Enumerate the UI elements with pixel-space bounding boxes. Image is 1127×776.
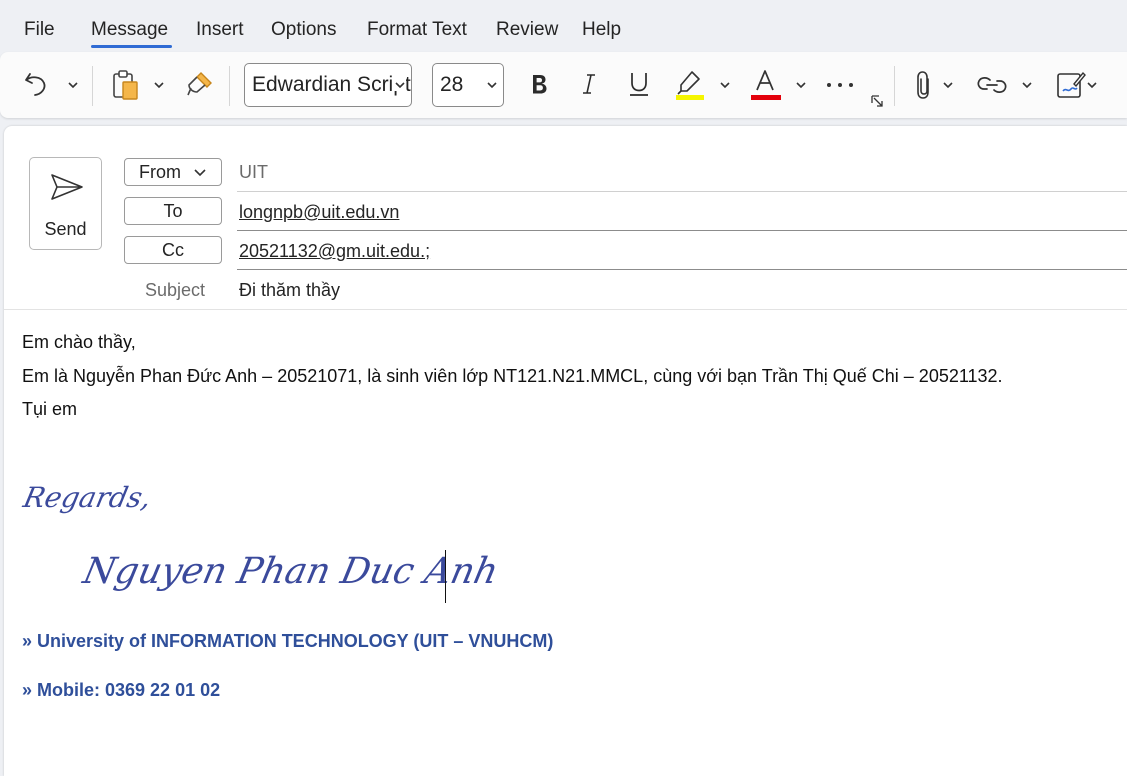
send-label: Send: [44, 219, 87, 239]
to-field-underline: [237, 230, 1127, 231]
send-button[interactable]: Send: [29, 157, 102, 250]
attach-dropdown-chevron-icon[interactable]: [942, 79, 954, 91]
highlight-icon: [676, 71, 704, 100]
highlight-color-swatch: [676, 95, 704, 100]
undo-button[interactable]: [18, 66, 54, 102]
cc-button[interactable]: Cc: [124, 236, 222, 264]
tab-file[interactable]: File: [24, 19, 55, 41]
signature-dropdown-chevron-icon[interactable]: [1086, 79, 1098, 91]
paste-icon: [113, 70, 138, 100]
italic-icon: [583, 74, 595, 94]
ribbon-toolbar: Edwardian Script ITC 28: [0, 52, 1127, 118]
link-icon: [977, 77, 1007, 93]
ribbon-divider: [92, 66, 93, 106]
ribbon-divider: [229, 66, 230, 106]
paste-button[interactable]: [106, 66, 146, 104]
signature-mobile: » Mobile: 0369 22 01 02: [22, 680, 221, 700]
from-button[interactable]: From: [124, 158, 222, 186]
from-value: UIT: [239, 162, 268, 182]
paste-dropdown-chevron-icon[interactable]: [153, 79, 165, 91]
from-divider: [237, 191, 1127, 192]
link-dropdown-chevron-icon[interactable]: [1021, 79, 1033, 91]
text-cursor: [445, 550, 446, 603]
font-color-button[interactable]: [746, 66, 784, 104]
signature-button[interactable]: [1052, 66, 1088, 104]
font-color-icon: [751, 70, 781, 100]
undo-dropdown-chevron-icon[interactable]: [67, 79, 79, 91]
subject-label: Subject: [145, 280, 206, 300]
bold-icon: [533, 75, 547, 94]
to-label: To: [163, 200, 183, 221]
link-button[interactable]: [973, 66, 1011, 104]
undo-icon: [25, 73, 46, 96]
tab-insert[interactable]: Insert: [196, 19, 244, 41]
cc-label: Cc: [162, 239, 184, 260]
tab-message[interactable]: Message: [91, 19, 168, 41]
signature-icon: [1057, 71, 1086, 98]
signature-regards: Regards,: [20, 481, 155, 514]
font-color-swatch: [751, 95, 781, 100]
to-button[interactable]: To: [124, 197, 222, 225]
font-color-dropdown-chevron-icon[interactable]: [795, 79, 807, 91]
active-tab-indicator: [91, 45, 172, 48]
body-line: Em chào thầy,: [22, 332, 136, 352]
signature-name: Nguyen Phan Duc Anh: [79, 551, 502, 592]
cc-field-underline: [237, 269, 1127, 270]
underline-icon: [630, 73, 648, 96]
cc-field[interactable]: 20521132@gm.uit.edu.;: [239, 241, 430, 262]
attach-file-icon: [917, 71, 929, 99]
body-line: Em là Nguyễn Phan Đức Anh – 20521071, là…: [22, 366, 1003, 386]
tab-review[interactable]: Review: [496, 19, 558, 41]
font-size-value: 28: [440, 73, 464, 96]
font-size-select[interactable]: 28: [432, 63, 504, 107]
menu-bar: File Message Insert Options Format Text …: [0, 0, 1127, 52]
ribbon-divider: [894, 66, 895, 106]
format-painter-button[interactable]: [182, 66, 218, 102]
underline-button[interactable]: [622, 66, 656, 102]
tab-format-text[interactable]: Format Text: [367, 19, 467, 41]
subject-field[interactable]: Đi thăm thầy: [239, 280, 340, 301]
font-name-select[interactable]: Edwardian Script ITC: [244, 63, 412, 107]
highlight-button[interactable]: [670, 66, 708, 104]
format-painter-icon: [187, 72, 212, 96]
dialog-launcher-icon[interactable]: [871, 95, 883, 107]
highlight-dropdown-chevron-icon[interactable]: [719, 79, 731, 91]
cc-value: 20521132@gm.uit.edu.;: [239, 241, 431, 261]
chevron-down-icon: [194, 169, 206, 177]
body-line: Tụi em: [22, 399, 78, 419]
tab-help[interactable]: Help: [582, 19, 621, 41]
italic-button[interactable]: [572, 66, 606, 102]
chevron-down-icon: [394, 79, 406, 91]
more-icon: [827, 83, 853, 87]
message-body[interactable]: Em chào thầy, Em là Nguyễn Phan Đức Anh …: [4, 310, 1127, 776]
chevron-down-icon: [487, 82, 497, 89]
from-label: From: [139, 161, 181, 182]
tab-options[interactable]: Options: [271, 19, 336, 41]
signature-university: » University of INFORMATION TECHNOLOGY (…: [22, 631, 554, 651]
to-field[interactable]: longnpb@uit.edu.vn: [239, 202, 399, 223]
font-name-value: Edwardian Script ITC: [252, 73, 411, 96]
bold-button[interactable]: [522, 66, 556, 102]
compose-pane: Send From UIT To longnpb@uit.edu.vn Cc 2…: [4, 126, 1127, 776]
send-icon: [51, 174, 83, 200]
attach-file-button[interactable]: [908, 66, 940, 104]
more-options-button[interactable]: [823, 68, 857, 102]
